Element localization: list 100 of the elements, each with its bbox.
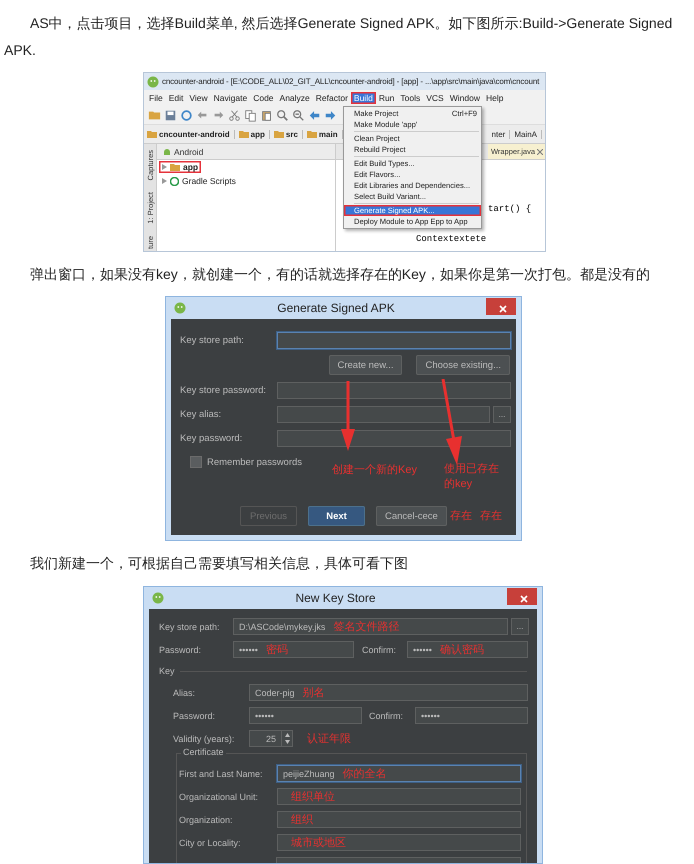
breadcrumb-item[interactable]: nter — [492, 130, 510, 138]
text-field[interactable]: D:\ASCode\mykey.jks 签名文件路径 — [233, 618, 508, 635]
browse-button[interactable]: ... — [493, 406, 511, 422]
section-label: Key — [159, 666, 175, 676]
spinner-arrows[interactable] — [282, 730, 293, 747]
field-label: Password: — [159, 644, 202, 654]
android-icon — [174, 302, 186, 314]
menu-item[interactable]: Tools — [397, 92, 424, 104]
menu-item[interactable]: Run — [376, 92, 398, 104]
dialog-button[interactable]: Create new... — [328, 355, 402, 375]
close-icon[interactable] — [537, 148, 543, 154]
sync-icon[interactable] — [180, 108, 193, 122]
paragraph: 我们新建一个，可根据自己需要填写相关信息，具体可看下图 — [29, 554, 409, 573]
android-icon — [163, 148, 171, 156]
section-label: Certificate — [181, 747, 226, 757]
dialog-title: Generate Signed APK — [276, 300, 396, 317]
field-label: Key alias: — [180, 408, 222, 420]
field-label: First and Last Name: — [179, 768, 264, 778]
paragraph: 弹出窗口，如果没有key，就创建一个，有的话就选择存在的Key，如果你是第一次打包。都是没有的 — [29, 265, 651, 284]
text-field[interactable] — [277, 382, 511, 398]
back-arrow-icon[interactable] — [308, 108, 321, 122]
field-label: City or Locality: — [179, 838, 242, 848]
menu-item[interactable]: VCS — [423, 92, 447, 104]
folder-icon — [306, 130, 317, 138]
text-field[interactable]: •••••• — [249, 707, 362, 724]
menu-item[interactable]: File — [146, 92, 166, 104]
expand-arrow-icon — [162, 164, 167, 170]
folder-icon — [147, 130, 157, 138]
field-label: Confirm: — [369, 710, 404, 720]
menu-item[interactable]: Refactor — [312, 92, 351, 104]
annotation-text: 城市或地区 — [291, 836, 346, 850]
dialog-button[interactable]: Choose existing... — [416, 355, 510, 375]
annotation-text: 别名 — [302, 686, 325, 700]
annotation-text: 组织 — [291, 813, 313, 827]
field-label: Key store path: — [159, 622, 221, 632]
breadcrumb-item[interactable]: app — [238, 130, 270, 138]
field-label: Validity (years): — [173, 734, 236, 744]
menu-item[interactable]: Navigate — [210, 92, 250, 104]
menu-item[interactable]: Help — [482, 92, 506, 104]
paragraph: AS中，点击项目，选择Build菜单, 然后选择Generate Signed APK。如下图所示:Build->Generate Signed APK. — [4, 14, 674, 60]
android-icon — [152, 592, 164, 604]
expand-arrow-icon — [162, 178, 167, 184]
browse-button[interactable]: ... — [511, 618, 529, 635]
forward-arrow-icon[interactable] — [324, 108, 337, 122]
close-icon — [498, 305, 506, 313]
folder-icon[interactable] — [148, 108, 161, 122]
folder-icon — [274, 130, 284, 138]
tree-item[interactable]: app — [159, 161, 202, 173]
text-field[interactable]: •••••• 密码 — [233, 641, 354, 658]
save-icon[interactable] — [164, 108, 177, 122]
dialog-button[interactable]: Cancel-cece — [376, 506, 447, 526]
field-label: Key store path: — [180, 334, 245, 346]
menu-item[interactable]: Edit — [166, 92, 186, 104]
annotation-text: 签名文件路径 — [333, 620, 400, 634]
field-label: Organizational Unit: — [179, 792, 260, 802]
code-line: Contextextete — [416, 234, 488, 244]
annotation-text: 存在 — [450, 509, 472, 524]
annotation-text: 创建一个新的Key — [332, 463, 417, 478]
breadcrumb-item[interactable]: src — [274, 130, 303, 138]
breadcrumb-item[interactable]: MainA — [514, 130, 542, 138]
folder-icon — [238, 130, 249, 138]
text-field[interactable]: Coder-pig 别名 — [249, 684, 528, 701]
paste-icon[interactable] — [260, 108, 273, 122]
menu-item[interactable]: View — [186, 92, 211, 104]
annotation-arrow — [341, 381, 355, 451]
menu-item[interactable]: Window — [446, 92, 483, 104]
close-button[interactable] — [486, 298, 516, 315]
breadcrumb-item[interactable]: cncounter-android — [147, 130, 235, 138]
annotation-text: 存在 — [480, 509, 502, 524]
field-label: Key password: — [180, 432, 244, 444]
text-field[interactable] — [277, 406, 490, 422]
text-field[interactable]: •••••• — [415, 707, 528, 724]
annotation-text: 确认密码 — [440, 642, 484, 657]
tree-item[interactable]: Gradle Scripts — [159, 175, 239, 187]
annotation-text: 使用已存在的key — [444, 462, 500, 492]
checkbox[interactable] — [190, 456, 202, 468]
dialog-button[interactable]: Next — [308, 506, 365, 526]
text-field[interactable] — [277, 430, 511, 446]
annotation-text: 组织单位 — [291, 790, 335, 804]
annotation-text: 密码 — [266, 642, 288, 657]
up-down-arrows-icon — [284, 733, 290, 744]
folder-icon — [170, 163, 180, 171]
zoom-icon[interactable] — [292, 108, 305, 122]
text-field[interactable] — [277, 332, 511, 348]
view-selector[interactable]: Android — [163, 146, 204, 156]
copy-icon[interactable] — [244, 108, 257, 122]
search-icon[interactable] — [276, 108, 289, 122]
text-field[interactable]: •••••• 确认密码 — [407, 641, 528, 658]
close-button[interactable] — [507, 588, 537, 605]
menu-item[interactable]: Build — [350, 92, 376, 104]
breadcrumb-item[interactable]: main — [306, 130, 343, 138]
gradle-icon — [170, 176, 179, 186]
code-line: tart() { — [488, 204, 532, 214]
number-spinner[interactable]: 25 — [249, 730, 293, 747]
menu-item[interactable]: Analyze — [276, 92, 313, 104]
scissors-icon[interactable] — [228, 108, 241, 122]
field-label: Password: — [173, 710, 216, 720]
menu-item[interactable]: Code — [250, 92, 277, 104]
text-field[interactable]: 25 — [249, 730, 282, 747]
text-field[interactable]: peijieZhuang 你的全名 — [277, 765, 521, 782]
